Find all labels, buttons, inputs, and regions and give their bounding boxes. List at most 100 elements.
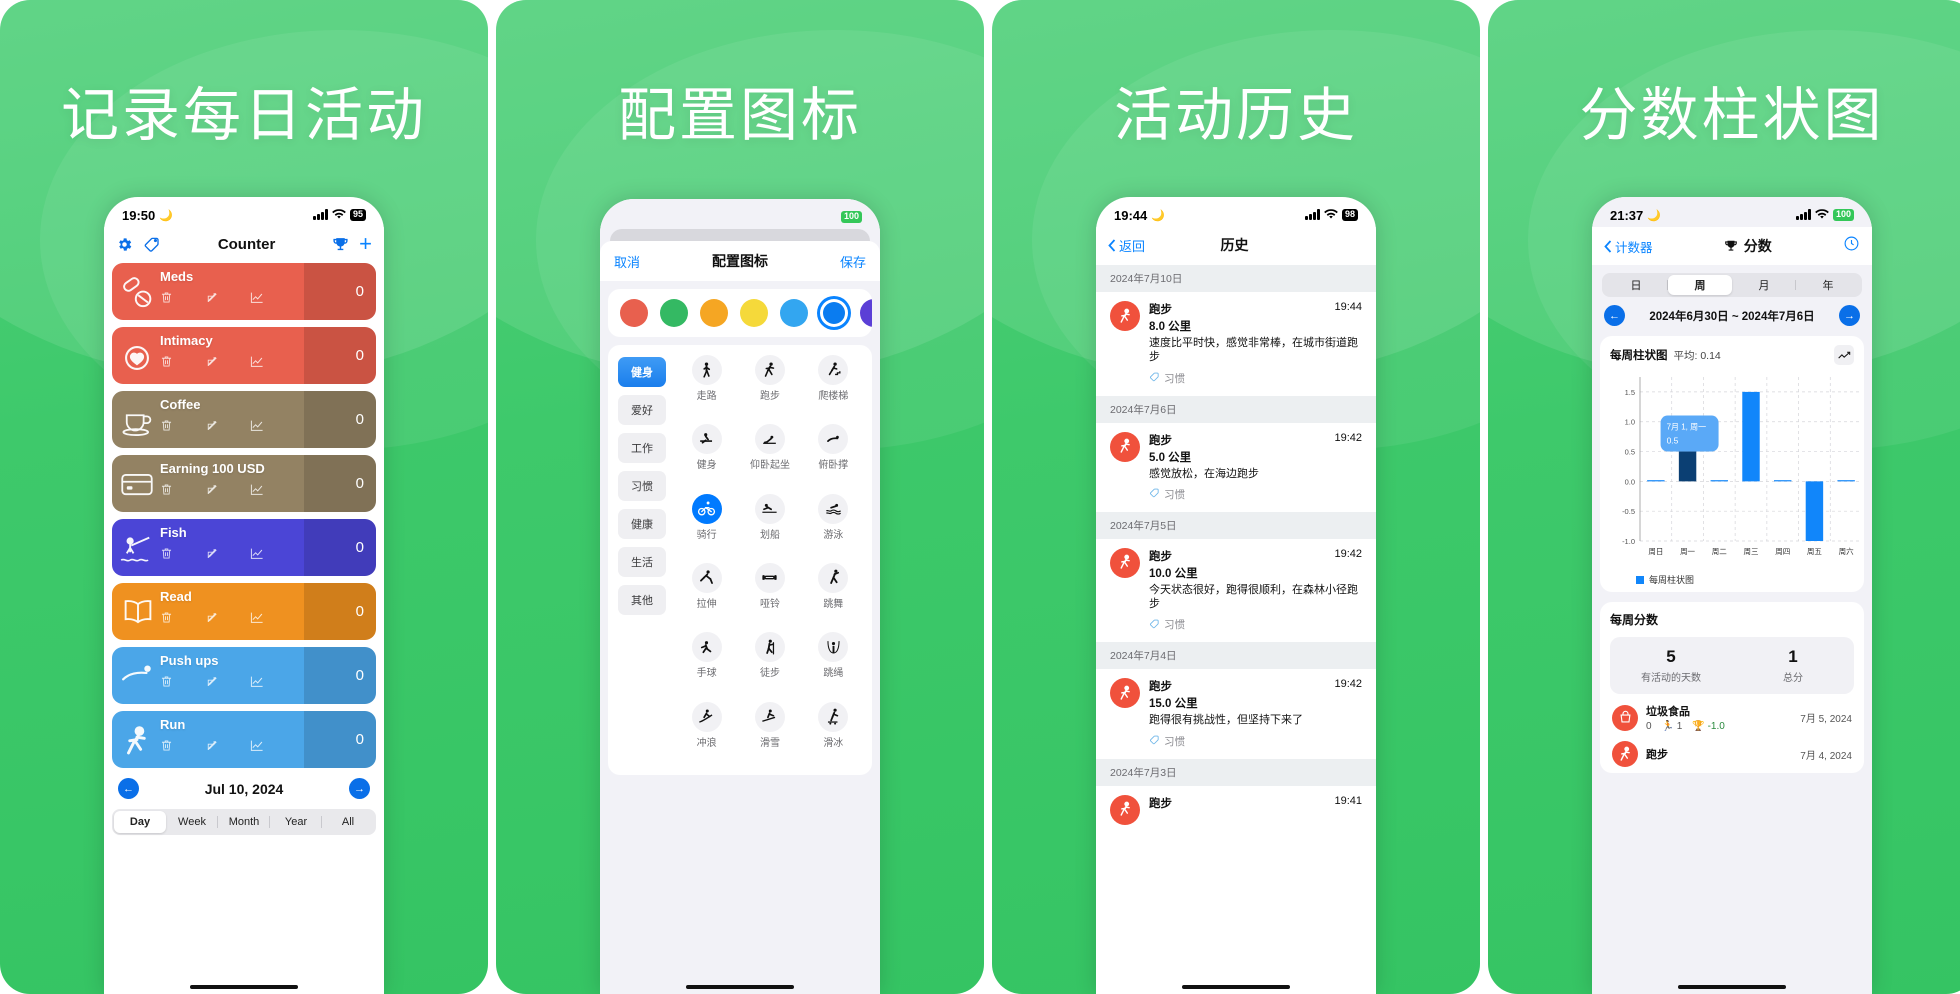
- icon-option[interactable]: 滑冰: [803, 701, 864, 767]
- icon-option[interactable]: 游泳: [803, 493, 864, 559]
- delete-icon[interactable]: [160, 291, 173, 309]
- add-counter-button[interactable]: +: [359, 233, 372, 255]
- color-swatch[interactable]: [660, 299, 688, 327]
- category-5[interactable]: 生活: [618, 547, 666, 577]
- segment-3[interactable]: 年: [1796, 275, 1860, 295]
- history-row[interactable]: 跑步 19:41: [1096, 785, 1376, 835]
- segment-all[interactable]: All: [322, 811, 374, 833]
- counter-row[interactable]: Meds 0: [112, 263, 376, 320]
- category-3[interactable]: 习惯: [618, 471, 666, 501]
- previous-day-button[interactable]: ←: [118, 778, 139, 799]
- delete-icon[interactable]: [160, 611, 173, 629]
- score-row[interactable]: 垃圾食品 0 🏃 1 🏆 -1.0 7月 5, 2024: [1610, 694, 1854, 732]
- chart-icon[interactable]: [250, 675, 264, 693]
- edit-icon[interactable]: [205, 355, 218, 373]
- category-0[interactable]: 健身: [618, 357, 666, 387]
- category-1[interactable]: 爱好: [618, 395, 666, 425]
- period-segmented-control[interactable]: Day Week Month Year All: [112, 809, 376, 835]
- category-2[interactable]: 工作: [618, 433, 666, 463]
- next-week-button[interactable]: →: [1839, 305, 1860, 326]
- color-picker-row[interactable]: [608, 289, 872, 337]
- delete-icon[interactable]: [160, 419, 173, 437]
- counter-row[interactable]: Read 0: [112, 583, 376, 640]
- previous-week-button[interactable]: ←: [1604, 305, 1625, 326]
- color-swatch[interactable]: [860, 299, 872, 327]
- category-4[interactable]: 健康: [618, 509, 666, 539]
- stat-label: 总分: [1783, 673, 1803, 684]
- icon-option[interactable]: 骑行: [676, 493, 737, 559]
- edit-icon[interactable]: [205, 739, 218, 757]
- delete-icon[interactable]: [160, 483, 173, 501]
- segment-week[interactable]: Week: [166, 811, 218, 833]
- chart-icon[interactable]: [250, 355, 264, 373]
- history-row[interactable]: 跑步 19:42 5.0 公里 感觉放松，在海边跑步 习惯: [1096, 422, 1376, 512]
- chart-icon[interactable]: [250, 547, 264, 565]
- icon-option[interactable]: 冲浪: [676, 701, 737, 767]
- icon-label: 骑行: [696, 529, 717, 541]
- color-swatch[interactable]: [700, 299, 728, 327]
- segment-1[interactable]: 周: [1668, 275, 1732, 295]
- status-bar: 21:37 🌙 100: [1592, 197, 1872, 227]
- delete-icon[interactable]: [160, 739, 173, 757]
- chart-icon[interactable]: [250, 611, 264, 629]
- counter-row[interactable]: Intimacy 0: [112, 327, 376, 384]
- history-row[interactable]: 跑步 19:44 8.0 公里 速度比平时快，感觉非常棒，在城市街道跑步 习惯: [1096, 292, 1376, 396]
- chart-icon[interactable]: [250, 419, 264, 437]
- edit-icon[interactable]: [205, 483, 218, 501]
- color-swatch[interactable]: [740, 299, 768, 327]
- segment-day[interactable]: Day: [114, 811, 166, 833]
- icon-option[interactable]: 滑雪: [739, 701, 800, 767]
- icon-option[interactable]: 仰卧起坐: [739, 424, 800, 489]
- counter-row[interactable]: Coffee 0: [112, 391, 376, 448]
- edit-icon[interactable]: [205, 547, 218, 565]
- period-segmented-control[interactable]: 日周月年: [1602, 273, 1862, 297]
- color-swatch[interactable]: [820, 299, 848, 327]
- edit-icon[interactable]: [205, 675, 218, 693]
- chart-icon[interactable]: [250, 739, 264, 757]
- delete-icon[interactable]: [160, 547, 173, 565]
- delete-icon[interactable]: [160, 675, 173, 693]
- clock-icon[interactable]: [1843, 235, 1860, 257]
- delete-icon[interactable]: [160, 355, 173, 373]
- gear-icon[interactable]: [116, 236, 133, 253]
- icon-option[interactable]: 走路: [676, 355, 737, 420]
- score-row[interactable]: 跑步 7月 4, 2024: [1610, 732, 1854, 767]
- segment-year[interactable]: Year: [270, 811, 322, 833]
- icon-option[interactable]: 俯卧撑: [803, 424, 864, 489]
- segment-0[interactable]: 日: [1604, 275, 1668, 295]
- icon-option[interactable]: 跳绳: [803, 632, 864, 697]
- icon-option[interactable]: 划船: [739, 493, 800, 559]
- edit-icon[interactable]: [205, 419, 218, 437]
- icon-option[interactable]: 手球: [676, 632, 737, 697]
- line-chart-toggle-icon[interactable]: [1834, 345, 1854, 365]
- chart-title: 每周柱状图: [1610, 350, 1668, 362]
- icon-option[interactable]: 哑铃: [739, 562, 800, 628]
- color-swatch[interactable]: [620, 299, 648, 327]
- tag-icon[interactable]: [143, 235, 161, 253]
- icon-option[interactable]: 拉伸: [676, 562, 737, 628]
- chart-icon[interactable]: [250, 483, 264, 501]
- category-6[interactable]: 其他: [618, 585, 666, 615]
- icon-option[interactable]: 跑步: [739, 355, 800, 420]
- save-button[interactable]: 保存: [840, 252, 866, 271]
- icon-option[interactable]: 跳舞: [803, 562, 864, 628]
- counter-row[interactable]: Run 0: [112, 711, 376, 768]
- history-row[interactable]: 跑步 19:42 10.0 公里 今天状态很好，跑得很顺利，在森林小径跑步 习惯: [1096, 538, 1376, 643]
- icon-option[interactable]: 爬楼梯: [803, 355, 864, 420]
- counter-row[interactable]: Push ups 0: [112, 647, 376, 704]
- icon-option[interactable]: 徒步: [739, 632, 800, 697]
- segment-month[interactable]: Month: [218, 811, 270, 833]
- counter-row[interactable]: Earning 100 USD 0: [112, 455, 376, 512]
- back-button[interactable]: 计数器: [1604, 237, 1653, 256]
- counter-row[interactable]: Fish 0: [112, 519, 376, 576]
- color-swatch[interactable]: [780, 299, 808, 327]
- edit-icon[interactable]: [205, 611, 218, 629]
- chart-icon[interactable]: [250, 291, 264, 309]
- next-day-button[interactable]: →: [349, 778, 370, 799]
- cancel-button[interactable]: 取消: [614, 252, 640, 271]
- icon-option[interactable]: 健身: [676, 424, 737, 489]
- history-row[interactable]: 跑步 19:42 15.0 公里 跑得很有挑战性，但坚持下来了 习惯: [1096, 669, 1376, 759]
- edit-icon[interactable]: [205, 291, 218, 309]
- trophy-icon[interactable]: [332, 236, 349, 253]
- segment-2[interactable]: 月: [1732, 275, 1796, 295]
